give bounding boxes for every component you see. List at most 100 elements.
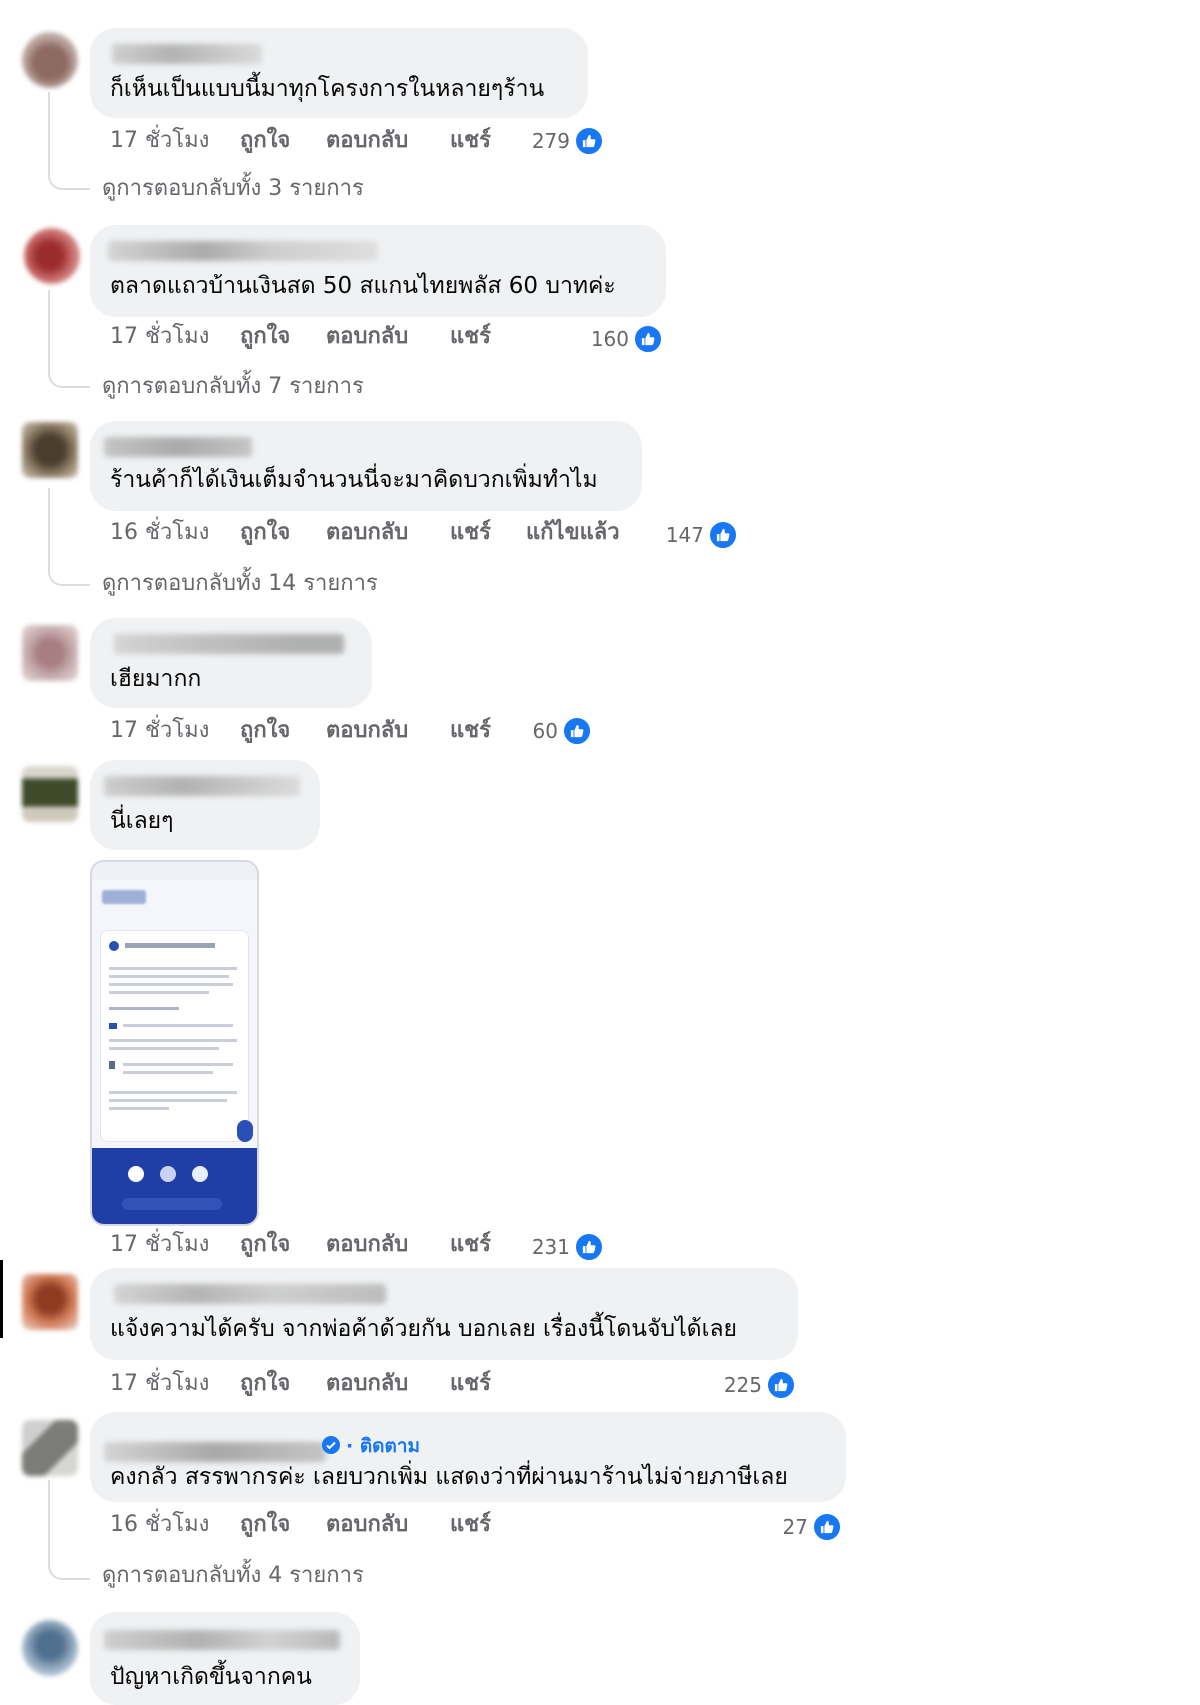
thumbs-up-glyph <box>570 724 584 738</box>
verified-badge-icon <box>322 1436 340 1454</box>
commenter-name[interactable] <box>114 1284 386 1304</box>
timestamp[interactable]: 17 ชั่วโมง <box>110 322 209 352</box>
share-button[interactable]: แชร์ <box>450 1369 491 1399</box>
avatar[interactable] <box>22 1620 78 1676</box>
share-button[interactable]: แชร์ <box>450 126 491 156</box>
comment-text: คงกลัว สรรพากรค่ะ เลยบวกเพิ่ม แสดงว่าที่… <box>110 1464 788 1490</box>
avatar[interactable] <box>22 32 78 88</box>
like-button[interactable]: ถูกใจ <box>240 126 290 156</box>
thumbs-up-glyph <box>582 134 596 148</box>
reaction-count[interactable]: 225 <box>718 1370 796 1400</box>
commenter-name[interactable] <box>104 776 300 796</box>
timestamp[interactable]: 17 ชั่วโมง <box>110 1230 209 1260</box>
phone-card <box>100 930 249 1142</box>
timestamp[interactable]: 17 ชั่วโมง <box>110 1369 209 1399</box>
comment-text: ร้านค้าก็ได้เงินเต็มจำนวนนี่จะมาคิดบวกเพ… <box>110 467 598 493</box>
commenter-name[interactable] <box>104 1630 340 1650</box>
commenter-name[interactable] <box>114 634 344 654</box>
reaction-number: 225 <box>723 1373 762 1397</box>
thread-connector <box>48 290 90 388</box>
share-button[interactable]: แชร์ <box>450 1510 491 1540</box>
like-icon <box>633 324 663 354</box>
avatar[interactable] <box>22 625 78 681</box>
reply-button[interactable]: ตอบกลับ <box>326 1230 408 1260</box>
like-icon <box>574 126 604 156</box>
comment-bubble: ตลาดแถวบ้านเงินสด 50 สแกนไทยพลัส 60 บาทค… <box>90 225 666 317</box>
comment-text: ตลาดแถวบ้านเงินสด 50 สแกนไทยพลัส 60 บาทค… <box>110 273 616 299</box>
edited-label: แก้ไขแล้ว <box>526 520 620 545</box>
phone-bottom-panel <box>92 1148 257 1224</box>
reply-button[interactable]: ตอบกลับ <box>326 716 408 746</box>
comment-bubble: แจ้งความได้ครับ จากพ่อค้าด้วยกัน บอกเลย … <box>90 1268 798 1360</box>
reaction-number: 27 <box>782 1515 808 1539</box>
timestamp[interactable]: 16 ชั่วโมง <box>110 518 209 548</box>
like-button[interactable]: ถูกใจ <box>240 518 290 548</box>
reaction-count[interactable]: 147 <box>660 520 738 550</box>
reply-button[interactable]: ตอบกลับ <box>326 1510 408 1540</box>
like-icon <box>574 1232 604 1262</box>
timestamp[interactable]: 17 ชั่วโมง <box>110 716 209 746</box>
commenter-name[interactable] <box>112 44 262 64</box>
avatar[interactable] <box>22 422 78 478</box>
avatar[interactable] <box>22 1274 78 1330</box>
edge-marker <box>0 1260 3 1338</box>
like-icon <box>562 716 592 746</box>
share-button[interactable]: แชร์ <box>450 518 491 548</box>
reply-button[interactable]: ตอบกลับ <box>326 518 408 548</box>
avatar[interactable] <box>22 766 78 822</box>
thumbs-up-glyph <box>774 1378 788 1392</box>
comment-bubble: ปัญหาเกิดขึ้นจากคน <box>90 1612 360 1705</box>
view-replies-link[interactable]: ดูการตอบกลับทั้ง 7 รายการ <box>102 372 364 402</box>
follow-button[interactable]: · ติดตาม <box>346 1434 420 1458</box>
comment-text: เฮียมากก <box>110 666 202 692</box>
reply-button[interactable]: ตอบกลับ <box>326 322 408 352</box>
like-button[interactable]: ถูกใจ <box>240 1510 290 1540</box>
like-button[interactable]: ถูกใจ <box>240 1369 290 1399</box>
timestamp[interactable]: 16 ชั่วโมง <box>110 1510 209 1540</box>
timestamp[interactable]: 17 ชั่วโมง <box>110 126 209 156</box>
reaction-count[interactable]: 160 <box>585 324 663 354</box>
like-button[interactable]: ถูกใจ <box>240 1230 290 1260</box>
share-button[interactable]: แชร์ <box>450 322 491 352</box>
reaction-number: 60 <box>532 719 558 743</box>
like-icon <box>766 1370 796 1400</box>
reaction-count[interactable]: 279 <box>530 126 604 156</box>
thread-connector <box>48 92 90 190</box>
like-icon <box>708 520 738 550</box>
commenter-name[interactable] <box>108 241 378 261</box>
like-icon <box>812 1512 842 1542</box>
reaction-number: 279 <box>531 129 570 153</box>
view-replies-link[interactable]: ดูการตอบกลับทั้ง 4 รายการ <box>102 1561 364 1591</box>
avatar[interactable] <box>24 228 80 284</box>
thumbs-up-glyph <box>716 528 730 542</box>
reaction-count[interactable]: 231 <box>530 1232 604 1262</box>
avatar[interactable] <box>22 1420 78 1476</box>
comment-bubble: ก็เห็นเป็นแบบนี้มาทุกโครงการในหลายๆร้าน <box>90 28 588 118</box>
view-replies-link[interactable]: ดูการตอบกลับทั้ง 3 รายการ <box>102 174 364 204</box>
reaction-count[interactable]: 60 <box>530 716 592 746</box>
reaction-count[interactable]: 27 <box>780 1512 842 1542</box>
like-button[interactable]: ถูกใจ <box>240 322 290 352</box>
comment-bubble: เฮียมากก <box>90 618 372 708</box>
reply-button[interactable]: ตอบกลับ <box>326 126 408 156</box>
thumbs-up-glyph <box>582 1240 596 1254</box>
phone-fab <box>237 1120 253 1142</box>
reaction-number: 231 <box>531 1235 570 1259</box>
share-button[interactable]: แชร์ <box>450 716 491 746</box>
reaction-number: 160 <box>590 327 629 351</box>
comment-text: แจ้งความได้ครับ จากพ่อค้าด้วยกัน บอกเลย … <box>110 1316 738 1342</box>
thread-connector <box>48 1480 90 1580</box>
thumbs-up-glyph <box>641 332 655 346</box>
comment-bubble: ร้านค้าก็ได้เงินเต็มจำนวนนี่จะมาคิดบวกเพ… <box>90 421 642 511</box>
commenter-name[interactable] <box>104 1442 326 1462</box>
attached-screenshot[interactable] <box>90 860 259 1226</box>
like-button[interactable]: ถูกใจ <box>240 716 290 746</box>
view-replies-link[interactable]: ดูการตอบกลับทั้ง 14 รายการ <box>102 569 378 599</box>
thumbs-up-glyph <box>820 1520 834 1534</box>
comment-text: นี่เลยๆ <box>110 808 174 834</box>
reply-button[interactable]: ตอบกลับ <box>326 1369 408 1399</box>
commenter-name[interactable] <box>104 437 252 457</box>
comment-text: ก็เห็นเป็นแบบนี้มาทุกโครงการในหลายๆร้าน <box>110 76 545 102</box>
app-logo <box>102 890 146 904</box>
share-button[interactable]: แชร์ <box>450 1230 491 1260</box>
